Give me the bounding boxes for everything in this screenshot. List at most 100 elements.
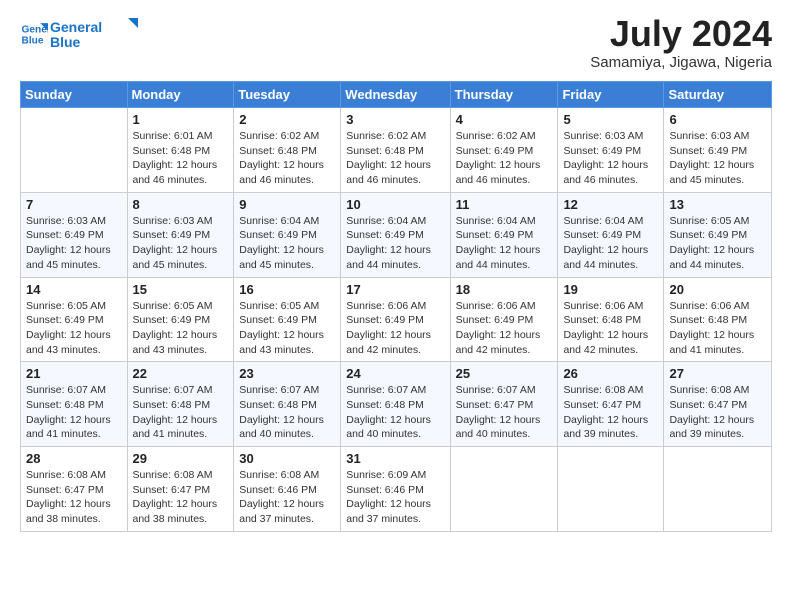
- day-info: Sunrise: 6:04 AM Sunset: 6:49 PM Dayligh…: [563, 214, 658, 273]
- svg-text:General: General: [50, 19, 102, 35]
- day-info: Sunrise: 6:03 AM Sunset: 6:49 PM Dayligh…: [563, 129, 658, 188]
- day-number: 11: [456, 197, 553, 212]
- day-number: 4: [456, 112, 553, 127]
- day-info: Sunrise: 6:03 AM Sunset: 6:49 PM Dayligh…: [133, 214, 229, 273]
- day-cell: 4 Sunrise: 6:02 AM Sunset: 6:49 PM Daylig…: [450, 108, 558, 193]
- day-info: Sunrise: 6:01 AM Sunset: 6:48 PM Dayligh…: [133, 129, 229, 188]
- day-info: Sunrise: 6:06 AM Sunset: 6:49 PM Dayligh…: [456, 299, 553, 358]
- day-info: Sunrise: 6:02 AM Sunset: 6:48 PM Dayligh…: [239, 129, 335, 188]
- week-row-2: 7Sunrise: 6:03 AM Sunset: 6:49 PM Daylig…: [21, 192, 772, 277]
- header-friday: Friday: [558, 82, 664, 108]
- day-cell: 7Sunrise: 6:03 AM Sunset: 6:49 PM Daylig…: [21, 192, 128, 277]
- header-monday: Monday: [127, 82, 234, 108]
- day-cell: 21 Sunrise: 6:07 AM Sunset: 6:48 PM Dayli…: [21, 362, 128, 447]
- day-number: 9: [239, 197, 335, 212]
- week-row-5: 28Sunrise: 6:08 AM Sunset: 6:47 PM Dayli…: [21, 447, 772, 532]
- day-info: Sunrise: 6:06 AM Sunset: 6:48 PM Dayligh…: [563, 299, 658, 358]
- day-info: Sunrise: 6:05 AM Sunset: 6:49 PM Dayligh…: [669, 214, 766, 273]
- day-number: 13: [669, 197, 766, 212]
- day-info: Sunrise: 6:08 AM Sunset: 6:47 PM Dayligh…: [26, 468, 122, 527]
- day-cell: 24Sunrise: 6:07 AM Sunset: 6:48 PM Dayli…: [341, 362, 450, 447]
- day-cell: 6 Sunrise: 6:03 AM Sunset: 6:49 PM Daylig…: [664, 108, 772, 193]
- day-cell: 28Sunrise: 6:08 AM Sunset: 6:47 PM Dayli…: [21, 447, 128, 532]
- week-row-1: 1 Sunrise: 6:01 AM Sunset: 6:48 PM Daylig…: [21, 108, 772, 193]
- day-info: Sunrise: 6:03 AM Sunset: 6:49 PM Dayligh…: [26, 214, 122, 273]
- day-number: 23: [239, 366, 335, 381]
- month-year: July 2024: [590, 16, 772, 52]
- day-number: 10: [346, 197, 444, 212]
- day-cell: 31 Sunrise: 6:09 AM Sunset: 6:46 PM Dayli…: [341, 447, 450, 532]
- day-info: Sunrise: 6:04 AM Sunset: 6:49 PM Dayligh…: [456, 214, 553, 273]
- day-info: Sunrise: 6:08 AM Sunset: 6:47 PM Dayligh…: [133, 468, 229, 527]
- day-info: Sunrise: 6:08 AM Sunset: 6:46 PM Dayligh…: [239, 468, 335, 527]
- logo-svg: General Blue: [50, 16, 140, 52]
- day-number: 31: [346, 451, 444, 466]
- day-cell: [450, 447, 558, 532]
- day-info: Sunrise: 6:04 AM Sunset: 6:49 PM Dayligh…: [239, 214, 335, 273]
- day-number: 17: [346, 282, 444, 297]
- day-number: 27: [669, 366, 766, 381]
- day-number: 8: [133, 197, 229, 212]
- day-number: 2: [239, 112, 335, 127]
- day-cell: [21, 108, 128, 193]
- day-cell: 11 Sunrise: 6:04 AM Sunset: 6:49 PM Dayli…: [450, 192, 558, 277]
- day-info: Sunrise: 6:04 AM Sunset: 6:49 PM Dayligh…: [346, 214, 444, 273]
- day-info: Sunrise: 6:05 AM Sunset: 6:49 PM Dayligh…: [133, 299, 229, 358]
- header-saturday: Saturday: [664, 82, 772, 108]
- day-info: Sunrise: 6:03 AM Sunset: 6:49 PM Dayligh…: [669, 129, 766, 188]
- day-number: 26: [563, 366, 658, 381]
- day-number: 29: [133, 451, 229, 466]
- day-info: Sunrise: 6:08 AM Sunset: 6:47 PM Dayligh…: [669, 383, 766, 442]
- page: General Blue General Blue July 2024 Sama…: [0, 0, 792, 612]
- day-cell: 8 Sunrise: 6:03 AM Sunset: 6:49 PM Daylig…: [127, 192, 234, 277]
- day-number: 21: [26, 366, 122, 381]
- day-info: Sunrise: 6:02 AM Sunset: 6:48 PM Dayligh…: [346, 129, 444, 188]
- header: General Blue General Blue July 2024 Sama…: [20, 16, 772, 71]
- day-number: 3: [346, 112, 444, 127]
- day-cell: 17Sunrise: 6:06 AM Sunset: 6:49 PM Dayli…: [341, 277, 450, 362]
- day-number: 16: [239, 282, 335, 297]
- header-thursday: Thursday: [450, 82, 558, 108]
- day-cell: 25Sunrise: 6:07 AM Sunset: 6:47 PM Dayli…: [450, 362, 558, 447]
- day-info: Sunrise: 6:08 AM Sunset: 6:47 PM Dayligh…: [563, 383, 658, 442]
- day-number: 15: [133, 282, 229, 297]
- day-cell: 12 Sunrise: 6:04 AM Sunset: 6:49 PM Dayli…: [558, 192, 664, 277]
- day-number: 14: [26, 282, 122, 297]
- header-wednesday: Wednesday: [341, 82, 450, 108]
- day-info: Sunrise: 6:07 AM Sunset: 6:48 PM Dayligh…: [26, 383, 122, 442]
- day-number: 1: [133, 112, 229, 127]
- day-cell: 2 Sunrise: 6:02 AM Sunset: 6:48 PM Daylig…: [234, 108, 341, 193]
- weekday-header-row: Sunday Monday Tuesday Wednesday Thursday…: [21, 82, 772, 108]
- day-cell: 13 Sunrise: 6:05 AM Sunset: 6:49 PM Dayli…: [664, 192, 772, 277]
- week-row-4: 21 Sunrise: 6:07 AM Sunset: 6:48 PM Dayli…: [21, 362, 772, 447]
- day-number: 25: [456, 366, 553, 381]
- header-tuesday: Tuesday: [234, 82, 341, 108]
- day-info: Sunrise: 6:07 AM Sunset: 6:48 PM Dayligh…: [346, 383, 444, 442]
- day-cell: 5 Sunrise: 6:03 AM Sunset: 6:49 PM Daylig…: [558, 108, 664, 193]
- day-cell: 18Sunrise: 6:06 AM Sunset: 6:49 PM Dayli…: [450, 277, 558, 362]
- svg-text:Blue: Blue: [22, 35, 44, 46]
- week-row-3: 14 Sunrise: 6:05 AM Sunset: 6:49 PM Dayli…: [21, 277, 772, 362]
- day-cell: 9 Sunrise: 6:04 AM Sunset: 6:49 PM Daylig…: [234, 192, 341, 277]
- day-number: 20: [669, 282, 766, 297]
- day-number: 12: [563, 197, 658, 212]
- day-info: Sunrise: 6:05 AM Sunset: 6:49 PM Dayligh…: [239, 299, 335, 358]
- day-cell: 20 Sunrise: 6:06 AM Sunset: 6:48 PM Dayli…: [664, 277, 772, 362]
- day-cell: 15 Sunrise: 6:05 AM Sunset: 6:49 PM Dayli…: [127, 277, 234, 362]
- logo-icon: General Blue: [20, 20, 48, 48]
- day-number: 22: [133, 366, 229, 381]
- day-number: 5: [563, 112, 658, 127]
- day-cell: 27 Sunrise: 6:08 AM Sunset: 6:47 PM Dayli…: [664, 362, 772, 447]
- day-number: 6: [669, 112, 766, 127]
- day-info: Sunrise: 6:02 AM Sunset: 6:49 PM Dayligh…: [456, 129, 553, 188]
- day-cell: 29 Sunrise: 6:08 AM Sunset: 6:47 PM Dayli…: [127, 447, 234, 532]
- location: Samamiya, Jigawa, Nigeria: [590, 54, 772, 71]
- day-cell: 10 Sunrise: 6:04 AM Sunset: 6:49 PM Dayli…: [341, 192, 450, 277]
- day-cell: 26 Sunrise: 6:08 AM Sunset: 6:47 PM Dayli…: [558, 362, 664, 447]
- svg-text:Blue: Blue: [50, 34, 81, 50]
- day-info: Sunrise: 6:06 AM Sunset: 6:48 PM Dayligh…: [669, 299, 766, 358]
- day-cell: 22Sunrise: 6:07 AM Sunset: 6:48 PM Dayli…: [127, 362, 234, 447]
- day-cell: 23Sunrise: 6:07 AM Sunset: 6:48 PM Dayli…: [234, 362, 341, 447]
- day-info: Sunrise: 6:09 AM Sunset: 6:46 PM Dayligh…: [346, 468, 444, 527]
- day-cell: 19Sunrise: 6:06 AM Sunset: 6:48 PM Dayli…: [558, 277, 664, 362]
